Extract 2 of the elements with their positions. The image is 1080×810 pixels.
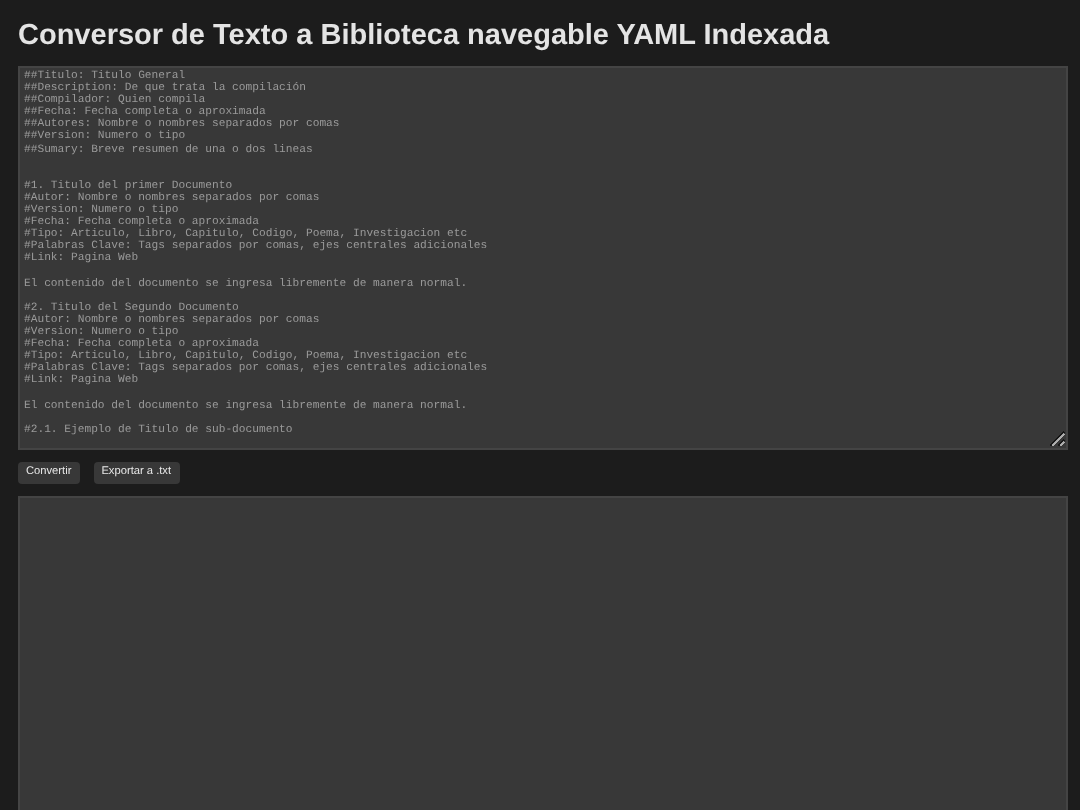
page-title: Conversor de Texto a Biblioteca navegable YAML Indexada [18,18,832,56]
output-field[interactable] [18,496,1068,810]
